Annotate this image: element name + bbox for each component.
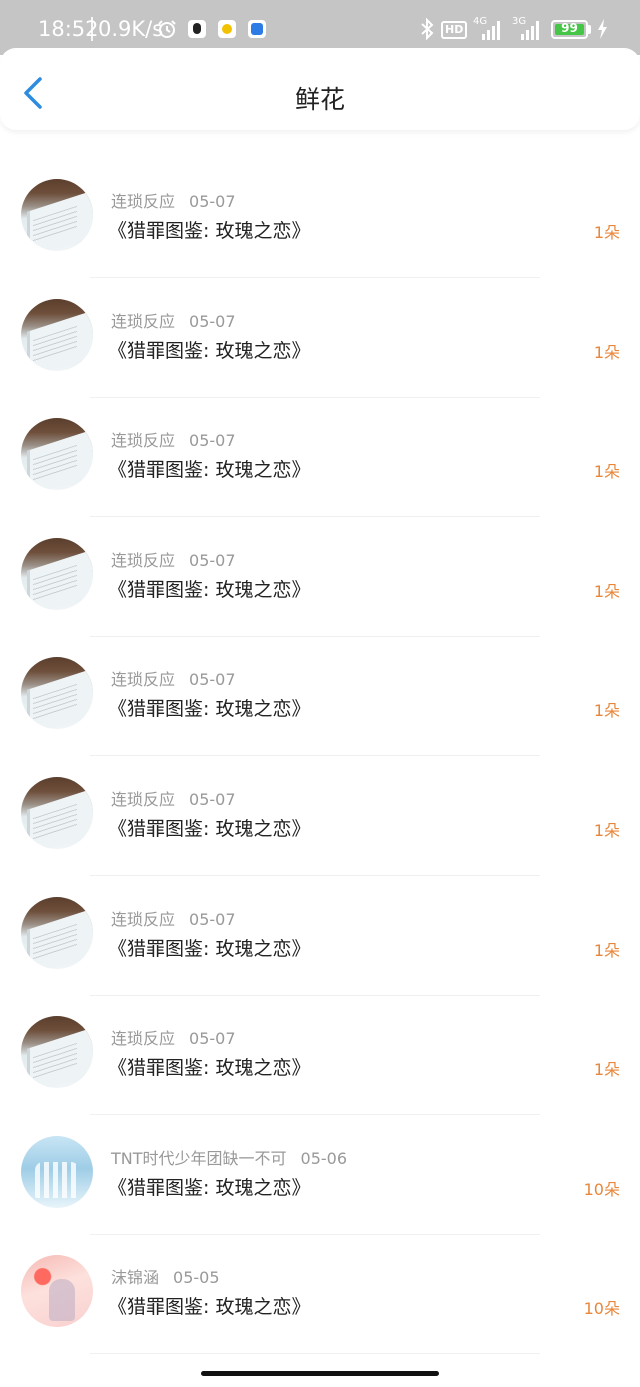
list-item[interactable]: 连琐反应 05-07 《猎罪图鉴: 玫瑰之恋》 1朵 — [0, 517, 640, 637]
user-avatar[interactable] — [21, 1255, 93, 1328]
signal-icon — [521, 21, 539, 40]
user-name: 沫锦涵 — [111, 1268, 160, 1288]
record-meta: 连琐反应 05-07 — [111, 547, 236, 571]
hd-voice-badge: HD — [441, 21, 468, 39]
flower-count: 10朵 — [583, 1299, 620, 1319]
flower-count: 1朵 — [593, 1060, 620, 1080]
user-avatar[interactable] — [21, 657, 93, 730]
user-name: 连琐反应 — [111, 431, 176, 451]
battery-cap — [588, 25, 591, 34]
list-item[interactable]: 连琐反应 05-07 《猎罪图鉴: 玫瑰之恋》 1朵 — [0, 756, 640, 876]
record-meta: 连琐反应 05-07 — [111, 786, 236, 810]
status-divider — [91, 17, 93, 41]
record-meta: 连琐反应 05-07 — [111, 308, 236, 332]
user-name: 连琐反应 — [111, 550, 176, 570]
user-avatar[interactable] — [21, 777, 93, 849]
record-meta: 连琐反应 05-07 — [111, 666, 236, 690]
list-item[interactable]: TNT时代少年团缺一不可 05-06 《猎罪图鉴: 玫瑰之恋》 10朵 — [0, 1115, 640, 1235]
record-date: 05-06 — [300, 1148, 348, 1168]
list-item[interactable]: 沫锦涵 05-05 《猎罪图鉴: 玫瑰之恋》 10朵 — [0, 1234, 640, 1355]
record-meta: 连琐反应 05-07 — [111, 188, 236, 212]
work-title[interactable]: 《猎罪图鉴: 玫瑰之恋》 — [108, 694, 310, 721]
record-date: 05-07 — [189, 550, 236, 570]
user-avatar[interactable] — [21, 298, 93, 371]
flower-count: 1朵 — [593, 940, 620, 960]
work-title[interactable]: 《猎罪图鉴: 玫瑰之恋》 — [108, 216, 310, 243]
work-title[interactable]: 《猎罪图鉴: 玫瑰之恋》 — [108, 1053, 310, 1080]
list-item[interactable]: 连琐反应 05-07 《猎罪图鉴: 玫瑰之恋》 1朵 — [0, 995, 640, 1116]
qq-icon — [188, 20, 206, 38]
user-name: 连琐反应 — [111, 909, 176, 929]
list-item[interactable]: 连琐反应 05-07 《猎罪图鉴: 玫瑰之恋》 1朵 — [0, 397, 640, 518]
work-title[interactable]: 《猎罪图鉴: 玫瑰之恋》 — [108, 1173, 310, 1200]
flower-count: 1朵 — [593, 462, 620, 482]
work-title[interactable]: 《猎罪图鉴: 玫瑰之恋》 — [108, 455, 310, 482]
alarm-icon — [158, 20, 176, 38]
bluetooth-icon — [421, 18, 434, 40]
user-avatar[interactable] — [21, 896, 93, 969]
user-name: TNT时代少年团缺一不可 — [111, 1148, 287, 1168]
record-meta: 连琐反应 05-07 — [111, 1025, 236, 1049]
work-title[interactable]: 《猎罪图鉴: 玫瑰之恋》 — [108, 575, 310, 602]
list-item[interactable]: 连琐反应 05-07 《猎罪图鉴: 玫瑰之恋》 1朵 — [0, 636, 640, 757]
work-title[interactable]: 《猎罪图鉴: 玫瑰之恋》 — [108, 1292, 310, 1319]
record-date: 05-07 — [189, 311, 236, 331]
user-name: 连琐反应 — [111, 670, 176, 690]
user-name: 连琐反应 — [111, 192, 176, 211]
signal-icon — [482, 21, 500, 40]
user-avatar[interactable] — [21, 1135, 93, 1208]
page-title: 鲜花 — [294, 85, 345, 114]
charging-icon — [598, 19, 607, 39]
record-date: 05-05 — [173, 1268, 220, 1288]
user-name: 连琐反应 — [111, 1029, 176, 1049]
status-net-speed: 0.9K/s — [98, 17, 164, 41]
work-title[interactable]: 《猎罪图鉴: 玫瑰之恋》 — [108, 814, 310, 841]
list-item[interactable]: 连琐反应 05-07 《猎罪图鉴: 玫瑰之恋》 1朵 — [0, 278, 640, 398]
user-name: 连琐反应 — [111, 311, 176, 331]
record-date: 05-07 — [189, 192, 236, 211]
record-date: 05-07 — [189, 431, 236, 451]
work-title[interactable]: 《猎罪图鉴: 玫瑰之恋》 — [108, 934, 310, 961]
flower-count: 1朵 — [593, 821, 620, 840]
user-avatar[interactable] — [21, 418, 93, 491]
battery-level: 99 — [561, 21, 578, 35]
record-date: 05-07 — [189, 909, 236, 929]
flower-count: 1朵 — [593, 701, 620, 721]
flower-count: 1朵 — [593, 342, 620, 362]
user-name: 连琐反应 — [111, 790, 176, 809]
user-avatar[interactable] — [21, 1016, 93, 1089]
baidu-icon — [218, 20, 236, 38]
battery-icon: 99 — [551, 20, 588, 39]
record-date: 05-07 — [189, 1029, 236, 1049]
list-item[interactable]: 连琐反应 05-07 《猎罪图鉴: 玫瑰之恋》 1朵 — [0, 158, 640, 278]
work-title[interactable]: 《猎罪图鉴: 玫瑰之恋》 — [108, 336, 310, 363]
record-meta: 连琐反应 05-07 — [111, 427, 236, 451]
nav-header: 鲜花 — [0, 48, 640, 130]
record-meta: TNT时代少年团缺一不可 05-06 — [111, 1145, 347, 1169]
record-date: 05-07 — [189, 790, 236, 809]
flower-count: 10朵 — [583, 1179, 620, 1199]
list-item[interactable]: 连琐反应 05-07 《猎罪图鉴: 玫瑰之恋》 1朵 — [0, 876, 640, 996]
status-time: 18:52 — [38, 17, 99, 41]
record-date: 05-07 — [189, 670, 236, 690]
flower-count: 1朵 — [593, 223, 620, 242]
user-avatar[interactable] — [21, 537, 93, 610]
record-meta: 连琐反应 05-07 — [111, 906, 236, 930]
home-indicator[interactable] — [201, 1371, 439, 1376]
status-bar: 18:52 0.9K/s HD 4G 3G 99 — [0, 0, 640, 55]
flower-count: 1朵 — [593, 581, 620, 601]
user-avatar[interactable] — [21, 179, 93, 251]
record-meta: 沫锦涵 05-05 — [111, 1264, 220, 1288]
app-store-icon — [248, 20, 266, 38]
